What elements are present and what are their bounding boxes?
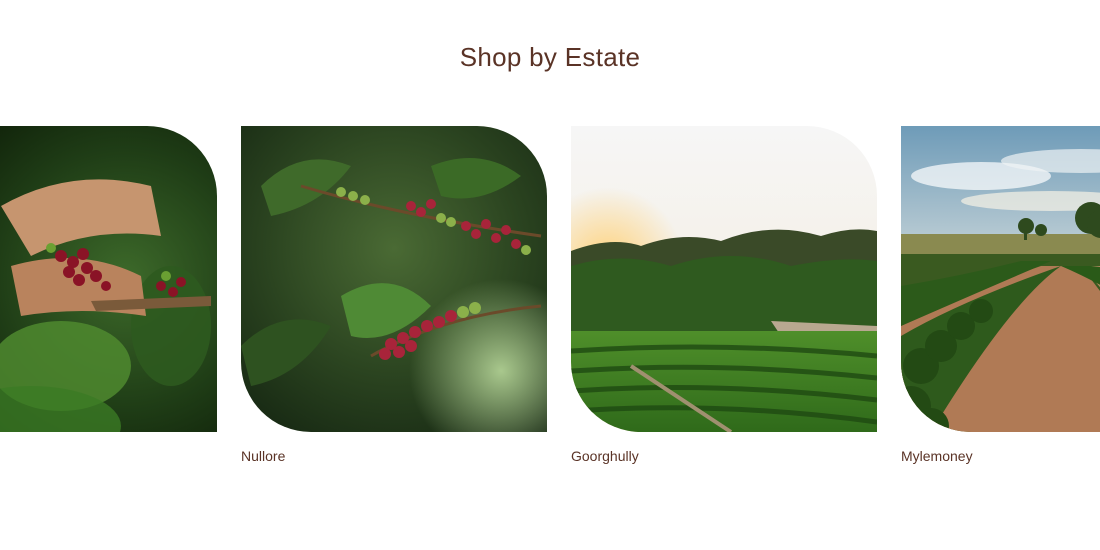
coffee-cherries-photo	[241, 126, 547, 432]
estate-card-nullore[interactable]: Nullore	[241, 126, 547, 471]
section-title: Shop by Estate	[459, 42, 641, 72]
estate-label[interactable]: Mylemoney	[901, 448, 973, 464]
estate-image[interactable]	[241, 126, 547, 432]
estate-image[interactable]	[901, 126, 1100, 432]
sunset-plantation-photo	[571, 126, 877, 432]
estate-label[interactable]: Goorghully	[571, 448, 639, 464]
estate-image[interactable]	[0, 126, 217, 432]
estate-card[interactable]	[0, 126, 217, 471]
shop-by-estate-section: Shop by Estate Nullore Goorghully Mylemo…	[0, 0, 1100, 550]
estate-label[interactable]: Nullore	[241, 448, 285, 464]
estate-image[interactable]	[571, 126, 877, 432]
estate-card-goorghully[interactable]: Goorghully	[571, 126, 877, 471]
plantation-rows-photo	[901, 126, 1100, 432]
estate-card-mylemoney[interactable]: Mylemoney	[901, 126, 1100, 471]
coffee-picking-photo	[0, 126, 217, 432]
